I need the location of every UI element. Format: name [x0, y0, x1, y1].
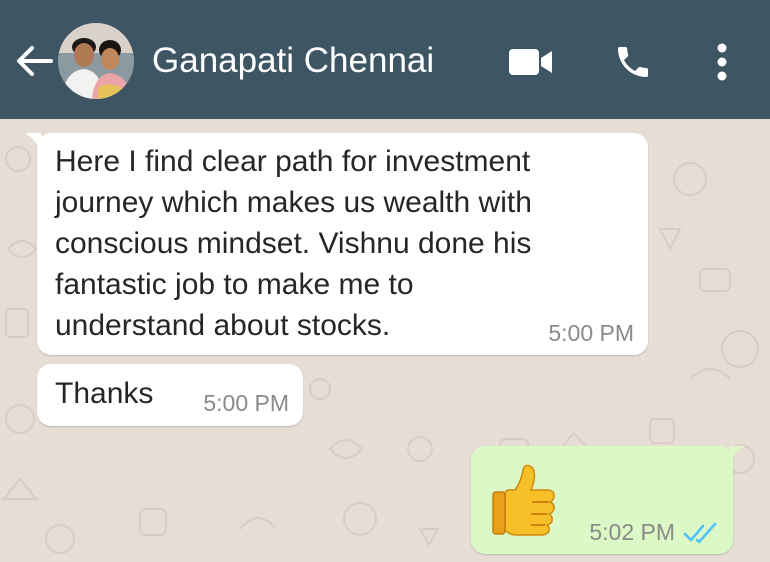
bubble-tail [729, 446, 745, 464]
video-call-icon [509, 49, 552, 75]
chat-header: Ganapati Chennai [0, 0, 770, 119]
message-text-line: conscious mindset. Vishnu done his [55, 227, 532, 260]
voice-call-button[interactable] [610, 40, 656, 84]
back-arrow-icon [17, 46, 53, 76]
avatar-photo [58, 23, 134, 99]
message-timestamp: 5:02 PM [589, 519, 675, 545]
message-timestamp: 5:00 PM [548, 320, 634, 346]
conversation-area[interactable]: Here I find clear path for investment jo… [0, 119, 770, 562]
message-text-line: understand about stocks. [55, 309, 391, 342]
message-text-line: journey which makes us wealth with [55, 186, 532, 219]
message-text: Thanks [55, 377, 154, 410]
phone-icon [618, 47, 648, 77]
message-timestamp: 5:00 PM [203, 390, 289, 416]
contact-name[interactable]: Ganapati Chennai [152, 40, 434, 82]
video-call-button[interactable] [507, 44, 555, 80]
back-button[interactable] [14, 42, 54, 80]
contact-avatar[interactable] [58, 23, 134, 99]
incoming-message-bubble[interactable]: Thanks 5:00 PM [37, 364, 303, 426]
bubble-tail [25, 133, 41, 151]
more-options-icon [717, 43, 727, 81]
incoming-message-bubble[interactable]: Here I find clear path for investment jo… [25, 133, 648, 355]
outgoing-message-bubble[interactable]: 5:02 PM [471, 446, 745, 554]
message-text-line: fantastic job to make me to [55, 268, 414, 301]
double-check-icon [683, 522, 717, 544]
more-options-button[interactable] [706, 40, 738, 84]
thumbs-up-emoji [491, 464, 559, 536]
message-text-line: Here I find clear path for investment [55, 145, 531, 178]
